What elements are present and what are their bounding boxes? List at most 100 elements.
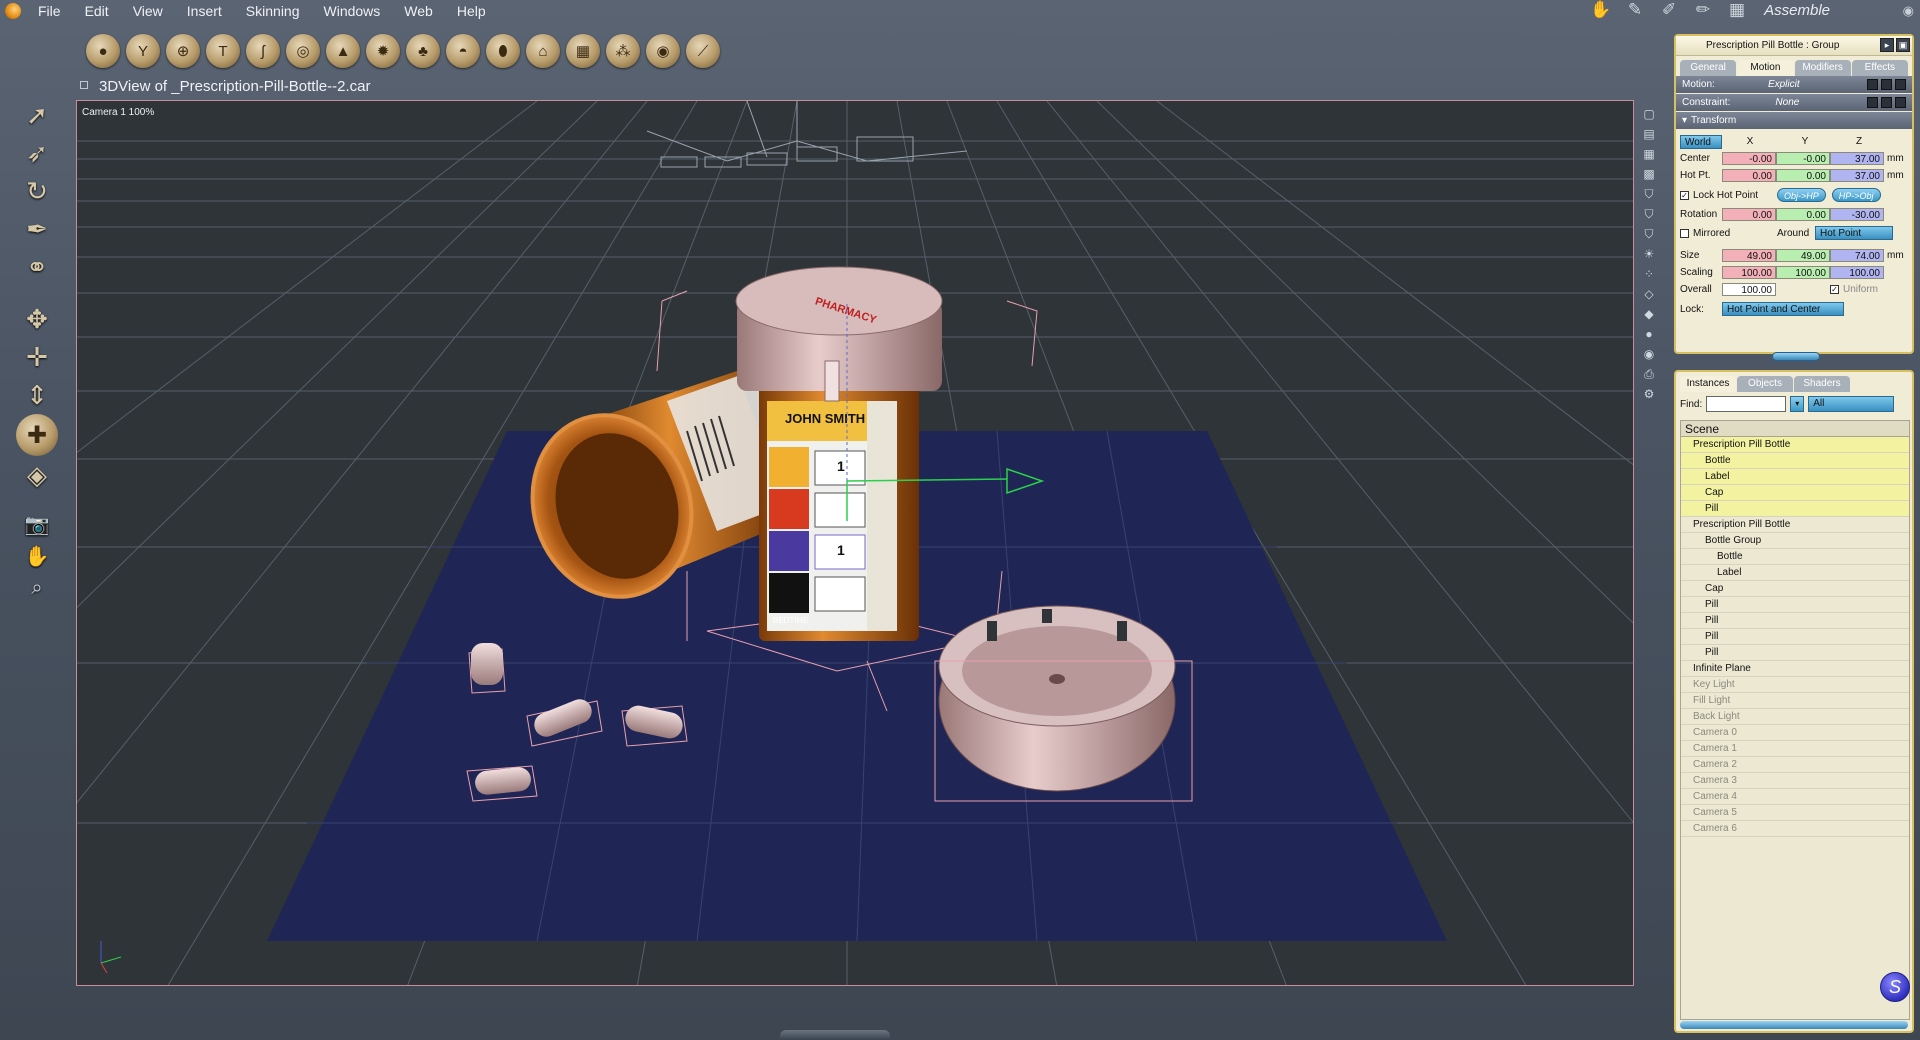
scene-row[interactable]: Bottle Group (1681, 533, 1909, 549)
scene-row[interactable]: Pill (1681, 597, 1909, 613)
size-z-field[interactable]: 74.00 (1830, 249, 1884, 262)
sphere-tool-icon[interactable]: ● (86, 34, 120, 68)
scaling-y-field[interactable]: 100.00 (1776, 266, 1830, 279)
textured-sphere-icon[interactable]: ◉ (1640, 344, 1658, 364)
motion-value[interactable]: Explicit (1739, 79, 1829, 90)
hotpt-y-field[interactable]: 0.00 (1776, 169, 1830, 182)
link-tool-icon[interactable]: ⚭ (14, 248, 60, 286)
hand-mode-icon[interactable]: ✋ (1588, 0, 1614, 20)
menu-windows[interactable]: Windows (312, 0, 393, 22)
scene-row[interactable]: Pill (1681, 613, 1909, 629)
scene-row[interactable]: Infinite Plane (1681, 661, 1909, 677)
space-dropdown[interactable]: World (1680, 134, 1722, 149)
rotation-z-field[interactable]: -30.00 (1830, 208, 1884, 221)
text-tool-icon[interactable]: T (206, 34, 240, 68)
brush-tool-icon[interactable]: ⟋ (686, 34, 720, 68)
menu-view[interactable]: View (121, 0, 175, 22)
cube-grid-tool-icon[interactable]: ▦ (566, 34, 600, 68)
constraint-gear-icon[interactable] (1867, 97, 1878, 108)
size-x-field[interactable]: 49.00 (1722, 249, 1776, 262)
paint-mode-icon[interactable]: ✐ (1656, 0, 1682, 20)
dots-view-icon[interactable]: ⁘ (1640, 264, 1658, 284)
tab-shaders[interactable]: Shaders (1794, 376, 1850, 392)
scene-row[interactable]: Pill (1681, 629, 1909, 645)
tab-instances[interactable]: Instances (1680, 376, 1736, 392)
center-x-field[interactable]: -0.00 (1722, 152, 1776, 165)
scene-row[interactable]: Prescription Pill Bottle (1681, 437, 1909, 453)
light-view-icon[interactable]: ☀ (1640, 244, 1658, 264)
grid-view-icon[interactable]: ▩ (1640, 164, 1658, 184)
menu-skinning[interactable]: Skinning (234, 0, 312, 22)
globe-tool-icon[interactable]: ⊕ (166, 34, 200, 68)
torus-tool-icon[interactable]: ◎ (286, 34, 320, 68)
scene-row[interactable]: Camera 6 (1681, 821, 1909, 837)
scene-row[interactable]: Camera 4 (1681, 789, 1909, 805)
panel-pin-icon[interactable]: ▸ (1880, 38, 1894, 52)
constraint-value[interactable]: None (1742, 97, 1832, 108)
settings-view-icon[interactable]: ⚙ (1640, 384, 1658, 404)
view-close-box[interactable] (80, 81, 88, 89)
scene-row[interactable]: Label (1681, 565, 1909, 581)
scene-row[interactable]: Back Light (1681, 709, 1909, 725)
scene-row[interactable]: Fill Light (1681, 693, 1909, 709)
scene-row[interactable]: Bottle (1681, 453, 1909, 469)
transform-collapse-icon[interactable]: ▾ (1682, 115, 1687, 126)
hotpt-x-field[interactable]: 0.00 (1722, 169, 1776, 182)
help-icon[interactable]: S (1880, 972, 1910, 1002)
mirrored-checkbox[interactable] (1680, 228, 1689, 238)
wire-cube-icon[interactable]: ◇ (1640, 284, 1658, 304)
brush-mode-icon[interactable]: ✏ (1690, 0, 1716, 20)
ring-tool-icon[interactable]: ◉ (646, 34, 680, 68)
around-dropdown[interactable]: Hot Point (1815, 226, 1893, 240)
menu-insert[interactable]: Insert (175, 0, 234, 22)
bottom-panel-grip[interactable] (780, 1030, 890, 1040)
building-tool-icon[interactable]: ⌂ (526, 34, 560, 68)
camera-icon[interactable]: 📷 (14, 508, 60, 540)
find-options-icon[interactable]: ▾ (1790, 396, 1805, 412)
scene-row[interactable]: Label (1681, 469, 1909, 485)
solid-cube-icon[interactable]: ◆ (1640, 304, 1658, 324)
shaded-sphere-icon[interactable]: ● (1640, 324, 1658, 344)
move-all-icon[interactable]: ✛ (14, 338, 60, 376)
motion-gear-icon[interactable] (1867, 79, 1878, 90)
rotate-object-icon[interactable]: ↻ (14, 172, 60, 210)
scene-row[interactable]: Camera 0 (1681, 725, 1909, 741)
obj-to-hp-button[interactable]: Obj->HP (1777, 188, 1826, 202)
menu-help[interactable]: Help (445, 0, 498, 22)
scene-scrollbar[interactable] (1680, 1021, 1908, 1029)
lock-dropdown[interactable]: Hot Point and Center (1722, 302, 1844, 316)
menu-web[interactable]: Web (392, 0, 445, 22)
motion-lock-icon[interactable] (1895, 79, 1906, 90)
scene-row[interactable]: Pill (1681, 645, 1909, 661)
find-input[interactable] (1706, 396, 1787, 412)
gear-tool-icon[interactable]: ✹ (366, 34, 400, 68)
hp-to-obj-button[interactable]: HP->Obj (1831, 188, 1881, 202)
motion-save-icon[interactable] (1881, 79, 1892, 90)
scaling-z-field[interactable]: 100.00 (1830, 266, 1884, 279)
rotation-x-field[interactable]: 0.00 (1722, 208, 1776, 221)
scene-row[interactable]: Cap (1681, 581, 1909, 597)
app-logo[interactable] (0, 0, 26, 22)
cube-group-tool-icon[interactable]: ⁂ (606, 34, 640, 68)
transform-header[interactable]: ▾ Transform (1676, 112, 1912, 129)
shield-view-1-icon[interactable]: ⛉ (1640, 184, 1658, 204)
constraint-row[interactable]: Constraint: None (1676, 94, 1912, 111)
uniform-checkbox[interactable]: ✓ (1830, 285, 1839, 294)
split-view-icon[interactable]: ▤ (1640, 124, 1658, 144)
shield-view-3-icon[interactable]: ⛉ (1640, 224, 1658, 244)
constraint-save-icon[interactable] (1881, 97, 1892, 108)
center-y-field[interactable]: -0.00 (1776, 152, 1830, 165)
camera-view-icon[interactable]: ⎙ (1640, 364, 1658, 384)
tab-effects[interactable]: Effects (1851, 60, 1908, 76)
tab-general[interactable]: General (1680, 60, 1737, 76)
pen-tool-icon[interactable]: ✒ (14, 210, 60, 248)
scene-row[interactable]: Bottle (1681, 549, 1909, 565)
tree-tool-icon[interactable]: ♣ (406, 34, 440, 68)
center-z-field[interactable]: 37.00 (1830, 152, 1884, 165)
overall-field[interactable]: 100.00 (1722, 283, 1776, 296)
constraint-lock-icon[interactable] (1895, 97, 1906, 108)
scene-row[interactable]: Camera 3 (1681, 773, 1909, 789)
hotpt-z-field[interactable]: 37.00 (1830, 169, 1884, 182)
cone-tool-icon[interactable]: ▲ (326, 34, 360, 68)
goblet-tool-icon[interactable]: Y (126, 34, 160, 68)
